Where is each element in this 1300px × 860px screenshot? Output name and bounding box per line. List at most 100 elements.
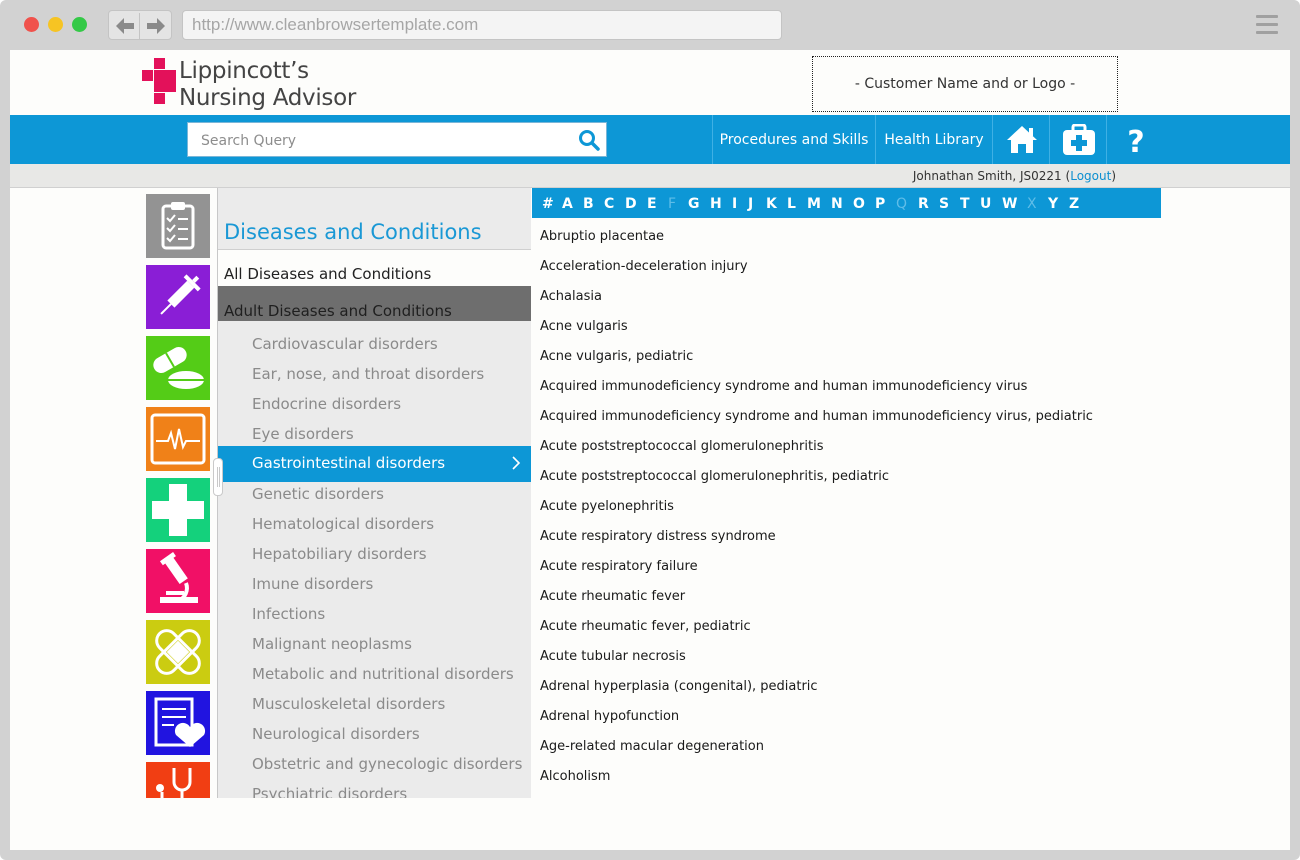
search-input[interactable]: Search Query — [187, 122, 607, 157]
category-all[interactable]: All Diseases and Conditions — [218, 250, 531, 286]
tile-syringe[interactable] — [146, 265, 210, 329]
panel-resize-handle[interactable] — [213, 458, 223, 496]
category-item[interactable]: Psychiatric disorders — [218, 779, 531, 798]
category-item[interactable]: Malignant neoplasms — [218, 629, 531, 659]
maximize-window-button[interactable] — [72, 17, 87, 32]
alphabet-filter-bar: # A B C D E F G H I J K L M N O P Q R S T U W X Y Z — [532, 188, 1161, 218]
category-item[interactable]: Ear, nose, and throat disorders — [218, 359, 531, 389]
category-item-label: Obstetric and gynecologic disorders — [252, 755, 523, 773]
category-item[interactable]: Neurological disorders — [218, 719, 531, 749]
category-item-active[interactable]: Gastrointestinal disorders — [218, 446, 531, 482]
category-item[interactable]: Hepatobiliary disorders — [218, 539, 531, 569]
pills-icon — [153, 347, 204, 389]
category-adult[interactable]: Adult Diseases and Conditions — [218, 286, 531, 321]
condition-link[interactable]: Adrenal hyperplasia (congenital), pediat… — [540, 668, 1160, 698]
category-item[interactable]: Eye disorders — [218, 419, 531, 449]
alphabet-letter[interactable]: S — [939, 188, 949, 221]
condition-link[interactable]: Acute tubular necrosis — [540, 638, 1160, 668]
home-button[interactable] — [992, 115, 1049, 164]
alphabet-letter[interactable]: E — [647, 188, 657, 221]
alphabet-letter[interactable]: R — [918, 188, 929, 221]
tile-first-aid[interactable] — [146, 478, 210, 542]
heart-document-icon — [154, 697, 206, 747]
category-item-label: Gastrointestinal disorders — [252, 454, 446, 472]
alphabet-letter[interactable]: Z — [1069, 188, 1079, 221]
brand-logo[interactable]: Lippincott’s Nursing Advisor — [142, 58, 372, 114]
condition-link[interactable]: Acceleration-deceleration injury — [540, 248, 1160, 278]
category-item[interactable]: Endocrine disorders — [218, 389, 531, 419]
alphabet-letter[interactable]: D — [625, 188, 637, 221]
condition-link[interactable]: Acute rheumatic fever, pediatric — [540, 608, 1160, 638]
category-item-label: Hepatobiliary disorders — [252, 545, 427, 563]
user-name: Johnathan Smith, JS0221 — [912, 169, 1062, 183]
condition-link[interactable]: Age-related macular degeneration — [540, 728, 1160, 758]
condition-link[interactable]: Acute poststreptococcal glomerulonephrit… — [540, 428, 1160, 458]
condition-link[interactable]: Achalasia — [540, 278, 1160, 308]
alphabet-letter[interactable]: H — [710, 188, 722, 221]
menu-icon[interactable] — [1256, 15, 1278, 35]
condition-link[interactable]: Acute poststreptococcal glomerulonephrit… — [540, 458, 1160, 488]
tile-microscope[interactable] — [146, 549, 210, 613]
alphabet-letter[interactable]: # — [542, 188, 554, 221]
nav-procedures-and-skills[interactable]: Procedures and Skills — [712, 115, 875, 164]
alphabet-letter[interactable]: G — [688, 188, 700, 221]
back-button[interactable] — [110, 13, 140, 39]
condition-link[interactable]: Acute respiratory failure — [540, 548, 1160, 578]
page-viewport: Lippincott’s Nursing Advisor - Customer … — [10, 50, 1290, 850]
nav-health-library[interactable]: Health Library — [875, 115, 992, 164]
alphabet-letter[interactable]: C — [604, 188, 614, 221]
logout-link[interactable]: Logout — [1070, 169, 1111, 183]
category-item[interactable]: Musculoskeletal disorders — [218, 689, 531, 719]
category-item-label: Malignant neoplasms — [252, 635, 412, 653]
tile-heart-monitor[interactable] — [146, 407, 210, 471]
category-item[interactable]: Infections — [218, 599, 531, 629]
alphabet-letter[interactable]: Y — [1048, 188, 1058, 221]
condition-link[interactable]: Alcoholism — [540, 758, 1160, 788]
condition-link[interactable]: Acquired immunodeficiency syndrome and h… — [540, 398, 1160, 428]
alphabet-letter[interactable]: L — [787, 188, 796, 221]
alphabet-letter[interactable]: O — [853, 188, 865, 221]
alphabet-letter[interactable]: U — [980, 188, 991, 221]
alphabet-letter[interactable]: N — [831, 188, 843, 221]
tile-stethoscope[interactable] — [146, 762, 210, 798]
category-item[interactable]: Obstetric and gynecologic disorders — [218, 749, 531, 779]
condition-link[interactable]: Acute rheumatic fever — [540, 578, 1160, 608]
condition-link[interactable]: Acquired immunodeficiency syndrome and h… — [540, 368, 1160, 398]
condition-link[interactable]: Adrenal hypofunction — [540, 698, 1160, 728]
alphabet-letter[interactable]: K — [766, 188, 777, 221]
category-item[interactable]: Cardiovascular disorders — [218, 329, 531, 359]
alphabet-letter[interactable]: T — [960, 188, 970, 221]
microscope-icon — [159, 552, 198, 603]
tile-checklist[interactable] — [146, 194, 210, 258]
alphabet-letter[interactable]: W — [1002, 188, 1017, 221]
category-item-label: Musculoskeletal disorders — [252, 695, 446, 713]
category-item[interactable]: Metabolic and nutritional disorders — [218, 659, 531, 689]
close-window-button[interactable] — [24, 17, 39, 32]
medical-kit-button[interactable] — [1049, 115, 1106, 164]
alphabet-letter[interactable]: B — [583, 188, 594, 221]
alphabet-letter[interactable]: I — [732, 188, 737, 221]
alphabet-letter[interactable]: A — [562, 188, 573, 221]
alphabet-letter[interactable]: J — [748, 188, 753, 221]
address-bar[interactable]: http://www.cleanbrowsertemplate.com — [182, 10, 782, 40]
condition-link[interactable]: Abruptio placentae — [540, 218, 1160, 248]
condition-link[interactable]: Acute respiratory distress syndrome — [540, 518, 1160, 548]
minimize-window-button[interactable] — [48, 17, 63, 32]
user-info: Johnathan Smith, JS0221 (Logout) — [913, 164, 1116, 188]
condition-link[interactable]: Acne vulgaris, pediatric — [540, 338, 1160, 368]
tile-bandage[interactable] — [146, 620, 210, 684]
search-icon[interactable] — [578, 129, 600, 151]
condition-link[interactable]: Acne vulgaris — [540, 308, 1160, 338]
tile-pills[interactable] — [146, 336, 210, 400]
alphabet-letter[interactable]: P — [875, 188, 885, 221]
category-item[interactable]: Hematological disorders — [218, 509, 531, 539]
condition-link[interactable]: Acute pyelonephritis — [540, 488, 1160, 518]
category-item[interactable]: Imune disorders — [218, 569, 531, 599]
tile-heart-document[interactable] — [146, 691, 210, 755]
category-item[interactable]: Genetic disorders — [218, 479, 531, 509]
help-button[interactable]: ? — [1106, 115, 1163, 164]
forward-button[interactable] — [141, 13, 171, 39]
category-item-label: Metabolic and nutritional disorders — [252, 665, 514, 683]
alphabet-letter[interactable]: M — [807, 188, 821, 221]
category-item-label: Ear, nose, and throat disorders — [252, 365, 485, 383]
